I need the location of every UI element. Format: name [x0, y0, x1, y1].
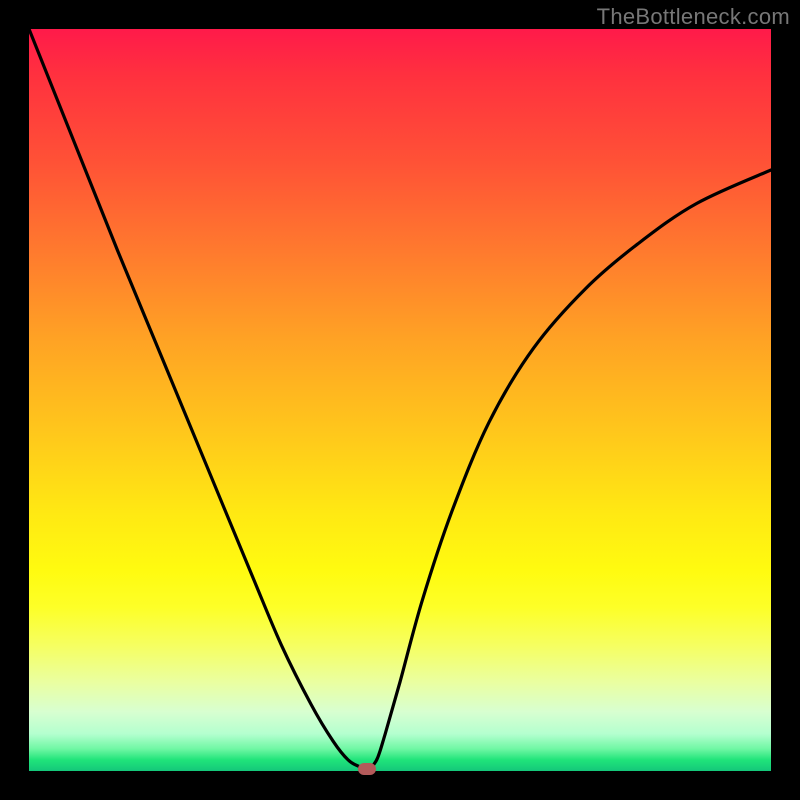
minimum-point-marker	[358, 763, 376, 775]
watermark-text: TheBottleneck.com	[597, 4, 790, 30]
chart-plot-area	[29, 29, 771, 771]
bottleneck-curve	[29, 29, 771, 771]
